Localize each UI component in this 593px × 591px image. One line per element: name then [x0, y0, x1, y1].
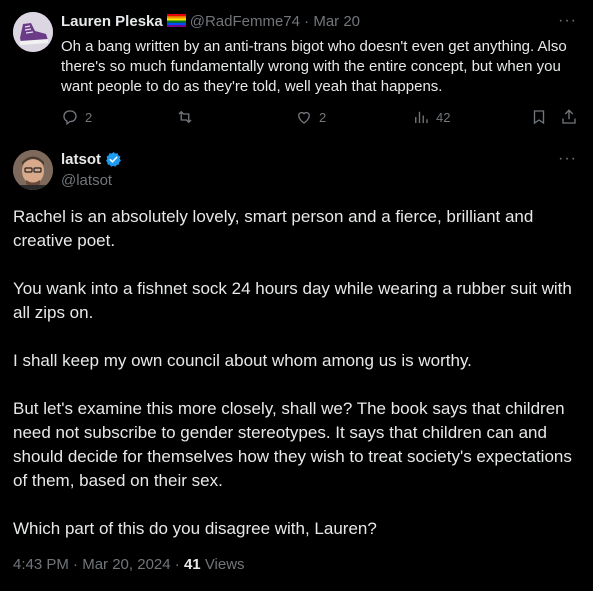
- tweet-paragraph: I shall keep my own council about whom a…: [13, 351, 472, 370]
- reply-author-avatar[interactable]: [13, 12, 53, 52]
- tweet-author-avatar[interactable]: [13, 150, 53, 190]
- views-count: 41: [183, 556, 201, 573]
- author-photo-image: [13, 150, 53, 190]
- tweet-metadata: 4:43 PM · Mar 20, 2024 · 41 Views: [13, 556, 245, 573]
- reply-text: Oh a bang written by an anti-trans bigot…: [61, 38, 567, 95]
- retweet-button[interactable]: [176, 108, 194, 126]
- share-icon: [562, 109, 576, 124]
- meta-separator: ·: [73, 556, 79, 573]
- reply-header: Lauren Pleska @RadFemme74 · Mar 20: [61, 13, 360, 30]
- tweet-author-name[interactable]: latsot: [61, 151, 101, 168]
- views-label: Views: [204, 556, 245, 573]
- share-button[interactable]: [560, 108, 578, 126]
- reply-handle[interactable]: @RadFemme74: [190, 13, 300, 30]
- tweet-paragraph: Which part of this do you disagree with,…: [13, 519, 377, 538]
- tweet-text: Rachel is an absolutely lovely, smart pe…: [13, 205, 579, 565]
- reply-button[interactable]: 2: [61, 108, 92, 126]
- bookmark-icon: [533, 110, 545, 125]
- tweet-handle[interactable]: @latsot: [61, 172, 112, 189]
- like-button[interactable]: 2: [295, 108, 326, 126]
- like-icon: [298, 111, 310, 124]
- views-icon: [415, 111, 428, 123]
- bookmark-button[interactable]: [530, 108, 548, 126]
- sneaker-avatar-image: [13, 12, 53, 52]
- reply-separator: ·: [304, 13, 310, 30]
- reply-author-name[interactable]: Lauren Pleska: [61, 13, 163, 30]
- tweet-time[interactable]: 4:43 PM: [13, 556, 69, 573]
- tweet-paragraph: But let's examine this more closely, sha…: [13, 399, 572, 490]
- reply-count: 2: [85, 109, 93, 125]
- view-count: 42: [436, 109, 451, 125]
- verified-badge-icon: [106, 152, 121, 167]
- like-count: 2: [319, 109, 327, 125]
- meta-separator: ·: [174, 556, 180, 573]
- rainbow-flag-icon: [166, 14, 186, 27]
- more-icon[interactable]: ···: [558, 150, 577, 168]
- reply-action-bar: 2 2 42: [61, 108, 581, 128]
- more-icon[interactable]: ···: [558, 12, 577, 30]
- tweet-header: latsot: [61, 151, 122, 168]
- reply-icon: [63, 110, 77, 126]
- views-button[interactable]: 42: [412, 108, 450, 126]
- retweet-icon: [178, 110, 192, 124]
- tweet-paragraph: Rachel is an absolutely lovely, smart pe…: [13, 207, 534, 250]
- tweet-date[interactable]: Mar 20, 2024: [82, 556, 170, 573]
- reply-date[interactable]: Mar 20: [313, 13, 360, 30]
- tweet-paragraph: You wank into a fishnet sock 24 hours da…: [13, 279, 572, 322]
